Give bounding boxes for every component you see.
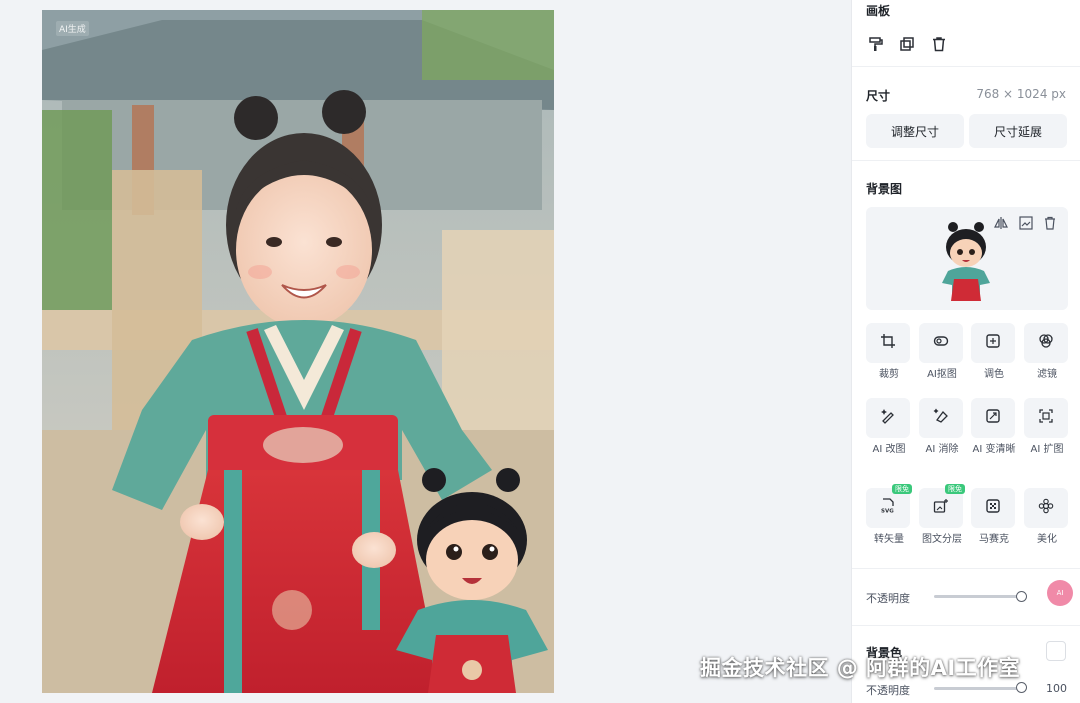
tool-button[interactable] bbox=[971, 398, 1015, 438]
tool-button[interactable] bbox=[971, 488, 1015, 528]
mosaic-icon bbox=[985, 498, 1001, 518]
bg-thumbnail bbox=[942, 222, 990, 301]
artboard-section-title: 画板 bbox=[866, 4, 891, 18]
bg-opacity-value: 100 bbox=[1046, 682, 1067, 695]
trash-icon[interactable] bbox=[930, 35, 948, 53]
size-value: 768 × 1024 px bbox=[976, 87, 1066, 101]
crop-icon bbox=[880, 333, 896, 353]
canvas-area[interactable]: AI生成 bbox=[0, 0, 850, 703]
hanfu-girl-photo bbox=[42, 10, 554, 693]
tool-label: 调色 bbox=[984, 369, 1004, 380]
format-brush-icon[interactable] bbox=[867, 35, 885, 53]
tool-adjust-color[interactable]: 调色 bbox=[971, 323, 1017, 381]
flip-icon[interactable] bbox=[993, 215, 1009, 231]
svg-text:SVG: SVG bbox=[881, 509, 894, 515]
tool-ai-erase[interactable]: AI 消除 bbox=[919, 398, 965, 456]
divider bbox=[852, 568, 1080, 569]
tool-ai-sharpen[interactable]: AI 变清晰 bbox=[971, 398, 1017, 456]
bg-opacity-label: 不透明度 bbox=[866, 684, 910, 697]
ai-generated-tag: AI生成 bbox=[56, 21, 89, 36]
bg-opacity-slider[interactable] bbox=[934, 687, 1024, 690]
properties-panel: 画板 尺寸 768 × 1024 px 调整尺寸 尺寸延展 背景图 裁剪 AI抠… bbox=[851, 0, 1080, 703]
tool-mosaic[interactable]: 马赛克 bbox=[971, 488, 1017, 546]
tool-filter[interactable]: 滤镜 bbox=[1024, 323, 1070, 381]
divider bbox=[852, 625, 1080, 626]
opacity-slider[interactable] bbox=[934, 595, 1024, 598]
trash-icon[interactable] bbox=[1042, 215, 1058, 231]
opacity-label: 不透明度 bbox=[866, 592, 910, 605]
tool-button[interactable]: 限免 bbox=[919, 484, 965, 528]
resize-button[interactable]: 调整尺寸 bbox=[866, 114, 964, 148]
ai-expand-icon bbox=[1038, 408, 1054, 428]
cutout-icon bbox=[933, 333, 949, 353]
bg-opacity-slider-thumb[interactable] bbox=[1016, 682, 1027, 693]
tool-label: AI抠图 bbox=[927, 369, 957, 380]
size-section-title: 尺寸 bbox=[866, 89, 891, 103]
tool-button[interactable] bbox=[1024, 323, 1068, 363]
svg-icon: SVG bbox=[880, 498, 896, 518]
watermark-text: 掘金技术社区 @ 阿群的AI工作室 bbox=[700, 656, 1021, 680]
tool-button[interactable] bbox=[919, 323, 963, 363]
tool-button[interactable] bbox=[866, 323, 910, 363]
assistant-avatar[interactable]: AI bbox=[1047, 580, 1073, 606]
tool-label: 美化 bbox=[1037, 534, 1057, 545]
bg-image-section-title: 背景图 bbox=[866, 182, 903, 196]
tool-button[interactable] bbox=[919, 398, 963, 438]
free-badge: 限免 bbox=[892, 484, 912, 494]
tool-label: AI 消除 bbox=[925, 444, 959, 455]
adjust-color-icon bbox=[985, 333, 1001, 353]
beautify-icon bbox=[1038, 498, 1054, 518]
tool-label: AI 变清晰 bbox=[972, 444, 1016, 455]
tool-crop[interactable]: 裁剪 bbox=[866, 323, 912, 381]
tool-button[interactable] bbox=[866, 398, 910, 438]
filter-icon bbox=[1038, 333, 1054, 353]
tool-button[interactable] bbox=[971, 323, 1015, 363]
tool-button[interactable] bbox=[1024, 398, 1068, 438]
tool-svg[interactable]: SVG 限免转矢量 bbox=[866, 484, 912, 546]
tool-label: 转矢量 bbox=[874, 534, 904, 545]
opacity-slider-thumb[interactable] bbox=[1016, 591, 1027, 602]
tool-label: 图文分层 bbox=[922, 534, 962, 545]
ai-edit-icon bbox=[880, 408, 896, 428]
tool-cutout[interactable]: AI抠图 bbox=[919, 323, 965, 381]
tool-ai-edit[interactable]: AI 改图 bbox=[866, 398, 912, 456]
artboard-image[interactable]: AI生成 bbox=[42, 10, 554, 693]
tool-button[interactable] bbox=[1024, 488, 1068, 528]
tool-label: AI 扩图 bbox=[1030, 444, 1064, 455]
tool-beautify[interactable]: 美化 bbox=[1024, 488, 1070, 546]
tool-label: 裁剪 bbox=[879, 369, 899, 380]
ai-sharpen-icon bbox=[985, 408, 1001, 428]
layer-split-icon bbox=[933, 498, 949, 518]
replace-image-icon[interactable] bbox=[1018, 215, 1034, 231]
tool-label: AI 改图 bbox=[872, 444, 906, 455]
duplicate-icon[interactable] bbox=[898, 35, 916, 53]
ai-erase-icon bbox=[933, 408, 949, 428]
tool-label: 滤镜 bbox=[1037, 369, 1057, 380]
bg-image-preview[interactable] bbox=[866, 207, 1068, 310]
free-badge: 限免 bbox=[945, 484, 965, 494]
divider bbox=[852, 66, 1080, 67]
divider bbox=[852, 160, 1080, 161]
bg-color-swatch[interactable] bbox=[1046, 641, 1066, 661]
tool-button[interactable]: SVG 限免 bbox=[866, 484, 912, 528]
tool-label: 马赛克 bbox=[979, 534, 1009, 545]
extend-size-button[interactable]: 尺寸延展 bbox=[969, 114, 1067, 148]
tool-ai-expand[interactable]: AI 扩图 bbox=[1024, 398, 1070, 456]
tool-layer-split[interactable]: 限免图文分层 bbox=[919, 484, 965, 546]
